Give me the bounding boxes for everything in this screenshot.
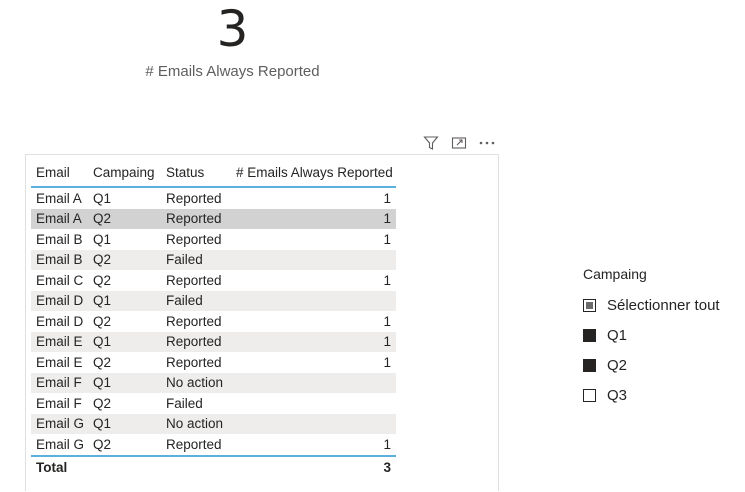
slicer-items: Sélectionner tout Q1 Q2 Q3 — [583, 290, 743, 410]
cell-count[interactable]: 1 — [236, 232, 396, 247]
slicer-item-label: Q1 — [607, 326, 628, 344]
kpi-label: # Emails Always Reported — [145, 63, 320, 80]
table-visual: Email Campaing Status # Emails Always Re… — [31, 158, 396, 479]
cell-status[interactable]: No action — [161, 375, 236, 390]
table-body: Email A Q1 Reported 1 Email A Q2 Reported 1 Emai… — [31, 188, 396, 455]
cell-campaign[interactable]: Q1 — [88, 414, 161, 435]
cell-status[interactable]: Reported — [161, 437, 236, 452]
cell-email[interactable]: Email G — [31, 416, 88, 431]
table-row[interactable]: Email A Q2 Reported 1 — [31, 208, 396, 230]
visual-header — [420, 133, 498, 153]
report-page: 3 # Emails Always Reported Email Campain… — [0, 0, 745, 492]
slicer-item-label: Sélectionner tout — [607, 296, 720, 314]
column-header-campaign[interactable]: Campaing — [88, 165, 161, 180]
cell-status[interactable]: Reported — [161, 314, 236, 329]
table-row[interactable]: Email D Q2 Reported 1 — [31, 311, 396, 332]
cell-email[interactable]: Email E — [31, 355, 88, 370]
cell-status[interactable]: Failed — [161, 396, 236, 411]
total-count: 3 — [383, 460, 391, 475]
total-campaign-cell — [88, 457, 161, 479]
slicer-item[interactable]: Q1 — [583, 320, 743, 350]
cell-campaign[interactable]: Q2 — [88, 270, 161, 291]
kpi-card[interactable]: 3 # Emails Always Reported — [130, 0, 335, 92]
cell-count[interactable]: 1 — [236, 314, 396, 329]
table-row[interactable]: Email A Q1 Reported 1 — [31, 188, 396, 209]
total-label: Total — [36, 460, 68, 475]
slicer-item[interactable]: Q3 — [583, 380, 743, 410]
cell-status[interactable]: Reported — [161, 355, 236, 370]
table-total-row: Total 3 — [31, 454, 396, 479]
kpi-value: 3 — [216, 0, 249, 58]
table-row[interactable]: Email F Q1 No action — [31, 372, 396, 394]
filter-icon — [423, 136, 439, 150]
cell-email[interactable]: Email D — [31, 314, 88, 329]
slicer-item[interactable]: Sélectionner tout — [583, 290, 743, 320]
slicer-title: Campaing — [583, 266, 647, 282]
cell-status[interactable]: Reported — [161, 232, 236, 247]
cell-email[interactable]: Email E — [31, 334, 88, 349]
cell-email[interactable]: Email B — [31, 232, 88, 247]
cell-email[interactable]: Email C — [31, 273, 88, 288]
cell-email[interactable]: Email F — [31, 375, 88, 390]
column-header-email[interactable]: Email — [31, 165, 88, 180]
table-row[interactable]: Email E Q2 Reported 1 — [31, 352, 396, 373]
cell-campaign[interactable]: Q1 — [88, 188, 161, 209]
table-header: Email Campaing Status # Emails Always Re… — [31, 158, 396, 188]
checkbox-partial-icon[interactable] — [583, 298, 596, 312]
more-options-icon — [479, 141, 495, 145]
cell-campaign[interactable]: Q1 — [88, 291, 161, 312]
checkbox-checked-icon[interactable] — [583, 358, 596, 372]
slicer-item-label: Q3 — [607, 386, 628, 404]
cell-email[interactable]: Email B — [31, 252, 88, 267]
cell-email[interactable]: Email F — [31, 396, 88, 411]
cell-count[interactable]: 1 — [236, 211, 396, 226]
cell-status[interactable]: Reported — [161, 273, 236, 288]
cell-campaign[interactable]: Q2 — [88, 434, 161, 455]
cell-email[interactable]: Email D — [31, 293, 88, 308]
cell-status[interactable]: Reported — [161, 191, 236, 206]
cell-count[interactable]: 1 — [236, 355, 396, 370]
table-row[interactable]: Email G Q2 Reported 1 — [31, 434, 396, 455]
table-row[interactable]: Email E Q1 Reported 1 — [31, 331, 396, 353]
checkbox-partial-mark — [586, 301, 593, 309]
cell-campaign[interactable]: Q2 — [88, 209, 161, 230]
cell-email[interactable]: Email A — [31, 211, 88, 226]
slicer-item[interactable]: Q2 — [583, 350, 743, 380]
slicer-item-label: Q2 — [607, 356, 628, 374]
cell-status[interactable]: Reported — [161, 334, 236, 349]
cell-status[interactable]: Failed — [161, 252, 236, 267]
cell-count[interactable]: 1 — [236, 273, 396, 288]
cell-email[interactable]: Email A — [31, 191, 88, 206]
cell-count[interactable]: 1 — [236, 437, 396, 452]
focus-mode-icon — [451, 137, 467, 149]
cell-campaign[interactable]: Q2 — [88, 311, 161, 332]
cell-campaign[interactable]: Q2 — [88, 352, 161, 373]
cell-count[interactable]: 1 — [236, 334, 396, 349]
cell-count[interactable]: 1 — [236, 191, 396, 206]
cell-email[interactable]: Email G — [31, 437, 88, 452]
campaign-slicer: Campaing Sélectionner tout Q1 Q2 Q3 — [583, 266, 743, 410]
table-row[interactable]: Email G Q1 No action — [31, 413, 396, 435]
column-header-status[interactable]: Status — [161, 165, 236, 180]
checkbox-checked-icon[interactable] — [583, 328, 596, 342]
focus-mode-button[interactable] — [448, 133, 470, 153]
cell-status[interactable]: Reported — [161, 211, 236, 226]
cell-status[interactable]: Failed — [161, 293, 236, 308]
cell-campaign[interactable]: Q2 — [88, 250, 161, 271]
cell-campaign[interactable]: Q1 — [88, 332, 161, 353]
table-row[interactable]: Email C Q2 Reported 1 — [31, 270, 396, 291]
cell-campaign[interactable]: Q1 — [88, 229, 161, 250]
column-header-count[interactable]: # Emails Always Reported — [236, 165, 396, 180]
table-row[interactable]: Email B Q2 Failed — [31, 249, 396, 271]
table-row[interactable]: Email B Q1 Reported 1 — [31, 229, 396, 250]
cell-campaign[interactable]: Q1 — [88, 373, 161, 394]
cell-status[interactable]: No action — [161, 416, 236, 431]
table-row[interactable]: Email F Q2 Failed — [31, 393, 396, 414]
table-row[interactable]: Email D Q1 Failed — [31, 290, 396, 312]
checkbox-empty-icon[interactable] — [583, 388, 596, 402]
more-options-button[interactable] — [476, 133, 498, 153]
cell-campaign[interactable]: Q2 — [88, 393, 161, 414]
filter-button[interactable] — [420, 133, 442, 153]
